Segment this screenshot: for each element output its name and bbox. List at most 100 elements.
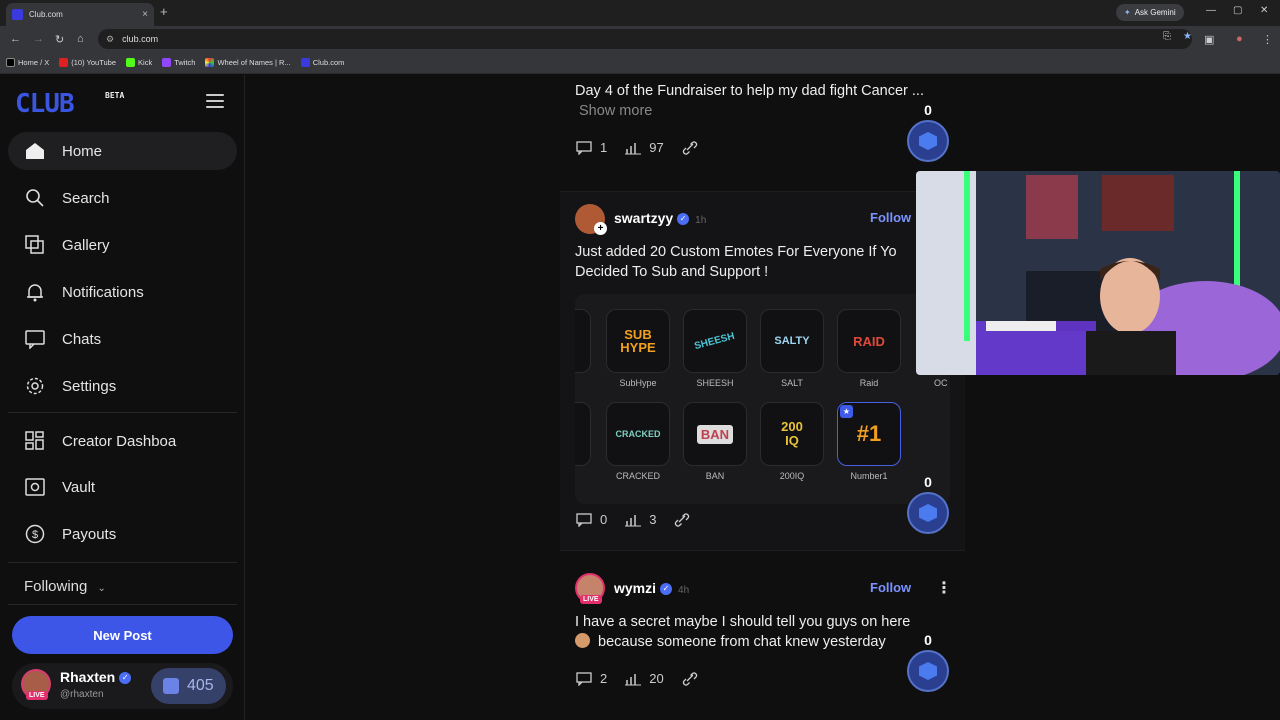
emote-label: BAN: [705, 471, 725, 481]
forward-icon[interactable]: →: [33, 33, 44, 45]
vault-icon: [24, 476, 46, 498]
emote-image: ★ #1: [837, 402, 901, 466]
bookmark-kick[interactable]: Kick: [126, 58, 152, 67]
sidebar-divider: [8, 412, 237, 413]
tab-title: Club.com: [29, 10, 63, 19]
bookmark-twitch[interactable]: Twitch: [162, 58, 195, 67]
nav-home[interactable]: Home: [8, 132, 237, 170]
reload-icon[interactable]: ↻: [55, 33, 64, 46]
link-icon[interactable]: [682, 671, 698, 686]
nav-chats[interactable]: Chats: [8, 320, 237, 358]
comment-count: 0: [600, 512, 608, 527]
emote-number1[interactable]: ★ #1 Number1: [837, 402, 901, 481]
hamburger-menu-icon[interactable]: [206, 94, 224, 108]
tip-badge[interactable]: 0: [906, 632, 950, 692]
following-toggle[interactable]: Following ⌄: [24, 578, 106, 595]
emote-cracked[interactable]: CRACKED CRACKED: [606, 402, 670, 481]
feed: Day 4 of the Fundraiser to help my dad f…: [560, 75, 965, 720]
post-author[interactable]: swartzyy ✓ 1h: [614, 210, 706, 226]
ask-gemini-button[interactable]: ✦ Ask Gemini: [1116, 4, 1184, 21]
tip-count: 0: [924, 474, 932, 490]
emote-subhype[interactable]: SUB HYPE SubHype: [606, 309, 670, 388]
x-icon: [6, 58, 15, 67]
post-time: 1h: [695, 215, 707, 226]
emote-salt[interactable]: SALTY SALT: [760, 309, 824, 388]
nav-gallery[interactable]: Gallery: [8, 226, 237, 264]
follow-button[interactable]: Follow: [870, 580, 911, 595]
bell-icon: [24, 281, 46, 303]
maximize-window-icon[interactable]: ▢: [1233, 5, 1242, 16]
follow-button[interactable]: Follow: [870, 210, 911, 225]
bookmark-wheel-of-names[interactable]: Wheel of Names | R...: [205, 58, 291, 67]
nav-notifications[interactable]: Notifications: [8, 273, 237, 311]
post-stats: 2 20: [576, 671, 706, 686]
emote-ban[interactable]: BAN BAN: [683, 402, 747, 481]
nav-search[interactable]: Search: [8, 179, 237, 217]
url-omnibox[interactable]: ⚙ club.com ⎘ ★: [98, 29, 1192, 49]
more-options-icon[interactable]: ⋮: [936, 578, 952, 598]
post-text-line: I have a secret maybe I should tell you …: [575, 614, 911, 630]
tip-count: 0: [924, 632, 932, 648]
emote-raid[interactable]: RAID Raid: [837, 309, 901, 388]
tip-badge[interactable]: 0: [906, 102, 950, 162]
views-icon: [625, 672, 642, 686]
club-logo[interactable]: CLUB BETA: [15, 89, 124, 119]
bookmark-x[interactable]: Home / X: [6, 58, 49, 67]
tab-close-button[interactable]: ×: [142, 9, 148, 20]
bookmark-star-icon[interactable]: ★: [1183, 31, 1192, 42]
add-follow-icon[interactable]: +: [594, 222, 607, 235]
emote-sheesh[interactable]: SHEESH SHEESH: [683, 309, 747, 388]
post-stats: 0 3: [576, 512, 698, 527]
post-author[interactable]: wymzi ✓ 4h: [614, 580, 689, 596]
bookmark-club[interactable]: Club.com: [300, 58, 344, 67]
link-icon[interactable]: [674, 512, 690, 527]
tip-badge[interactable]: 0: [906, 474, 950, 534]
minimize-window-icon[interactable]: —: [1206, 5, 1216, 16]
comment-icon[interactable]: [576, 512, 592, 527]
emote-art: CRACKED: [615, 429, 661, 439]
emote-art: SHEESH: [693, 330, 737, 352]
sidebar-divider: [8, 604, 237, 605]
nav-label: Payouts: [62, 525, 117, 543]
sidepanel-icon[interactable]: ▣: [1204, 33, 1214, 46]
show-more-link[interactable]: Show more: [575, 101, 924, 121]
webcam-overlay: [916, 171, 1280, 375]
browser-menu-icon[interactable]: ⋮: [1262, 33, 1273, 46]
profile-avatar-icon[interactable]: ●: [1236, 33, 1243, 45]
profile-card[interactable]: LIVE Rhaxten ✓ @rhaxten 405: [12, 663, 233, 709]
new-post-button[interactable]: New Post: [12, 616, 233, 654]
close-window-icon[interactable]: ✕: [1260, 5, 1268, 16]
comment-icon[interactable]: [576, 140, 592, 155]
link-icon[interactable]: [682, 140, 698, 155]
logo-text: CLUB: [15, 89, 75, 119]
emote-200iq[interactable]: 200 IQ 200IQ: [760, 402, 824, 481]
coin-icon: [163, 678, 179, 694]
browser-tab[interactable]: Club.com ×: [6, 3, 154, 26]
dollar-icon: $: [24, 523, 46, 545]
post-text-line: because someone from chat knew yesterday: [598, 634, 886, 650]
nav-creator-dashboard[interactable]: Creator Dashboa: [8, 422, 237, 460]
bookmark-label: Kick: [138, 58, 153, 67]
new-tab-button[interactable]: +: [160, 4, 168, 19]
home-browser-icon[interactable]: ⌂: [77, 33, 84, 45]
nav-vault[interactable]: Vault: [8, 468, 237, 506]
tip-count: 0: [924, 102, 932, 118]
coin-balance[interactable]: 405: [151, 668, 226, 704]
url-text: club.com: [122, 34, 159, 44]
nav-payouts[interactable]: $ Payouts: [8, 515, 237, 553]
back-icon[interactable]: ←: [10, 33, 21, 45]
chat-icon: [24, 328, 46, 350]
emote-partial[interactable]: 7: [575, 402, 591, 466]
emote-partial[interactable]: 5: [575, 309, 591, 373]
gemini-sparkle-icon: ✦: [1124, 8, 1131, 17]
site-info-icon[interactable]: ⚙: [106, 34, 114, 45]
emote-label: Number1: [850, 471, 888, 481]
nav-label: Chats: [62, 330, 102, 348]
bookmark-youtube[interactable]: (10) YouTube: [59, 58, 116, 67]
emote-image: SHEESH: [683, 309, 747, 373]
bookmark-label: Twitch: [174, 58, 196, 67]
emote-art: #1: [856, 421, 882, 446]
comment-icon[interactable]: [576, 671, 592, 686]
install-app-icon[interactable]: ⎘: [1163, 31, 1171, 42]
nav-settings[interactable]: Settings: [8, 367, 237, 405]
